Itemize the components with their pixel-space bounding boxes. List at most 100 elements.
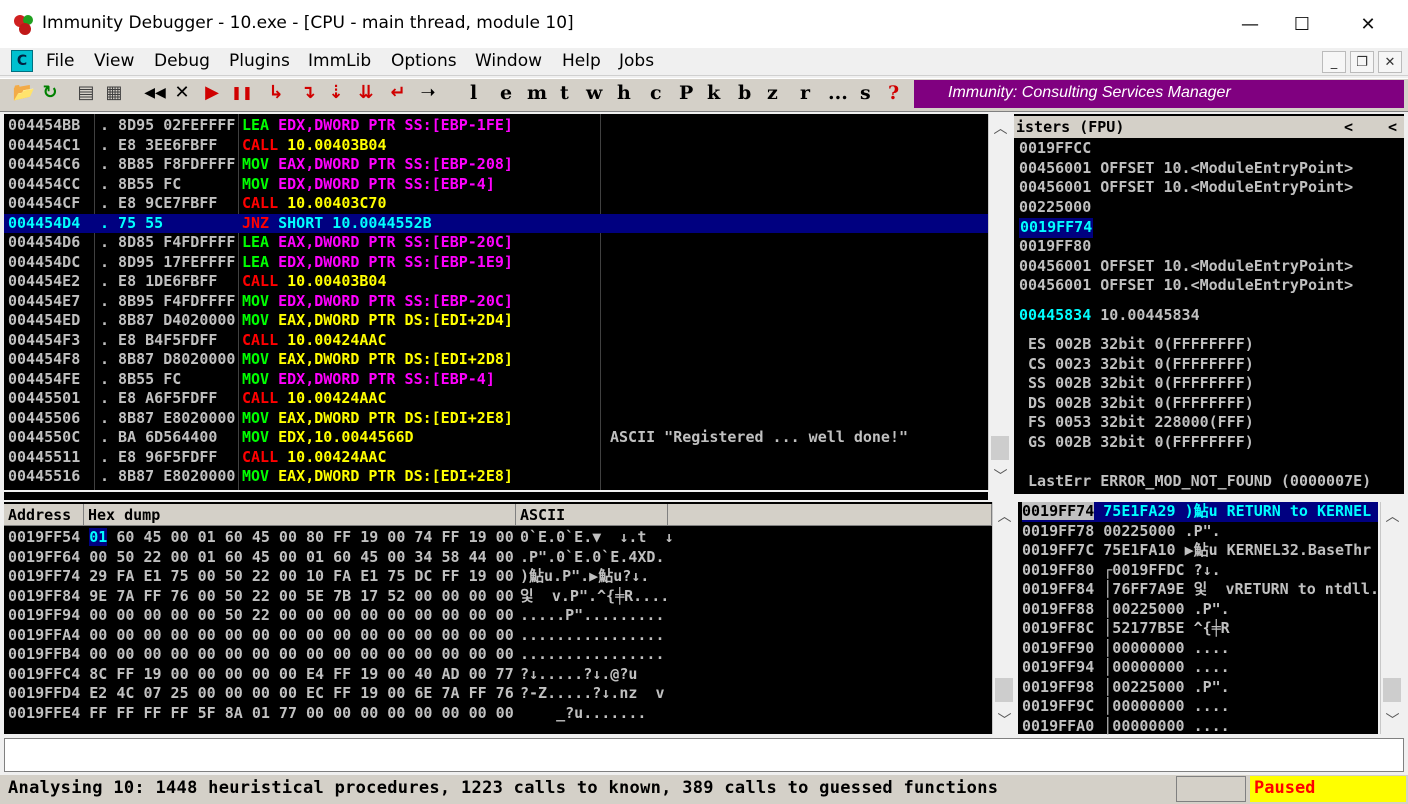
dump-header-hex[interactable]: Hex dump: [84, 504, 516, 526]
register-line[interactable]: CS 0023 32bit 0(FFFFFFFF): [1019, 355, 1254, 375]
run-icon[interactable]: ▶: [202, 82, 222, 104]
register-line[interactable]: 00445834 10.00445834: [1019, 306, 1200, 326]
scroll-thumb[interactable]: [1383, 678, 1401, 702]
register-line[interactable]: DS 002B 32bit 0(FFFFFFFF): [1019, 394, 1254, 414]
register-line[interactable]: 0019FF74: [1019, 218, 1094, 238]
toolbar-letter-t[interactable]: t: [560, 82, 569, 104]
dump-header-ascii[interactable]: ASCII: [516, 504, 668, 526]
stack-row[interactable]: 0019FFA0 │00000000 ....: [1022, 717, 1378, 737]
close-button[interactable]: ✕: [1328, 0, 1408, 48]
register-line[interactable]: 00456001 OFFSET 10.<ModuleEntryPoint>: [1019, 257, 1353, 277]
scroll-down-icon[interactable]: ﹀: [993, 710, 1016, 730]
menu-view[interactable]: View: [94, 51, 134, 71]
disasm-row[interactable]: 004454BB . 8D95 02FEFFFF LEA EDX,DWORD PTR…: [4, 116, 988, 136]
menu-options[interactable]: Options: [391, 51, 457, 71]
dump-row[interactable]: 0019FFD4 E2 4C 07 25 00 00 00 00 EC FF 1…: [8, 684, 665, 704]
register-line[interactable]: 00456001 OFFSET 10.<ModuleEntryPoint>: [1019, 276, 1353, 296]
menu-debug[interactable]: Debug: [154, 51, 210, 71]
menu-help[interactable]: Help: [562, 51, 601, 71]
disasm-row[interactable]: 00445506 . 8B87 E8020000 MOV EAX,DWORD PTR…: [4, 409, 988, 429]
dump-row[interactable]: 0019FFC4 8C FF 19 00 00 00 00 00 E4 FF 1…: [8, 665, 637, 685]
register-line[interactable]: 0019FF80: [1019, 237, 1091, 257]
register-line[interactable]: SS 002B 32bit 0(FFFFFFFF): [1019, 374, 1254, 394]
stack-row[interactable]: 0019FF8C │52177B5E ^{╪R: [1022, 619, 1378, 639]
pause-icon[interactable]: ❚❚: [231, 82, 253, 104]
toolbar-letter-b[interactable]: b: [738, 82, 751, 104]
step-into-icon[interactable]: ↳: [266, 82, 286, 104]
dump-row[interactable]: 0019FFB4 00 00 00 00 00 00 00 00 00 00 0…: [8, 645, 665, 665]
stack-row[interactable]: 0019FF88 │00225000 .P".: [1022, 600, 1378, 620]
stack-row[interactable]: 0019FF84 │76FF7A9E 잋 vRETURN to ntdll.: [1022, 580, 1379, 600]
disasm-row[interactable]: 004454F3 . E8 B4F5FDFF CALL 10.00424AAC: [4, 331, 988, 351]
hex-icon[interactable]: ▦: [104, 82, 124, 104]
trace-into-icon[interactable]: ⇣: [326, 82, 346, 104]
menu-jobs[interactable]: Jobs: [619, 51, 654, 71]
toolbar-letter-s[interactable]: s: [860, 82, 871, 104]
stack-row[interactable]: 0019FF94 │00000000 ....: [1022, 658, 1378, 678]
chevron-left-icon[interactable]: <: [1344, 118, 1353, 136]
stack-row[interactable]: 0019FF9C │00000000 ....: [1022, 697, 1378, 717]
register-line[interactable]: LastErr ERROR_MOD_NOT_FOUND (0000007E): [1019, 472, 1371, 492]
stack-row[interactable]: 0019FF78 00225000 .P".: [1022, 522, 1378, 542]
scroll-up-icon[interactable]: ︿: [993, 506, 1016, 526]
dump-header-address[interactable]: Address: [4, 504, 84, 526]
register-line[interactable]: 00456001 OFFSET 10.<ModuleEntryPoint>: [1019, 159, 1353, 179]
window-icon[interactable]: ▤: [76, 82, 96, 104]
stack-row[interactable]: 0019FF80 ┌0019FFDC ?↓.: [1022, 561, 1378, 581]
disasm-row[interactable]: 004454D4 . 75 55 JNZ SHORT 10.0044552B: [4, 213, 988, 233]
stack-row[interactable]: 0019FF7C 75E1FA10 ▶鮎u KERNEL32.BaseThr: [1022, 541, 1378, 561]
toolbar-letter-dots[interactable]: ...: [828, 82, 848, 104]
dump-row[interactable]: 0019FF94 00 00 00 00 00 50 22 00 00 00 0…: [8, 606, 665, 626]
pane-splitter[interactable]: [4, 492, 988, 500]
mdi-restore-button[interactable]: ❐: [1350, 51, 1374, 73]
dump-row[interactable]: 0019FF54 01 60 45 00 01 60 45 00 80 FF 1…: [8, 528, 674, 548]
disasm-row[interactable]: 004454DC . 8D95 17FEFFFF LEA EDX,DWORD PTR…: [4, 253, 988, 273]
minimize-button[interactable]: —: [1224, 0, 1276, 48]
disasm-row[interactable]: 00445516 . 8B87 E8020000 MOV EAX,DWORD PTR…: [4, 467, 988, 487]
scroll-up-icon[interactable]: ︿: [1381, 506, 1404, 526]
disasm-row[interactable]: 004454C1 . E8 3EE6FBFF CALL 10.00403B04: [4, 136, 988, 156]
register-line[interactable]: 0019FFCC: [1019, 139, 1091, 159]
disasm-row[interactable]: 004454D6 . 8D85 F4FDFFFF LEA EAX,DWORD PTR…: [4, 233, 988, 253]
disasm-row[interactable]: 004454ED . 8B87 D4020000 MOV EAX,DWORD PTR…: [4, 311, 988, 331]
menu-immlib[interactable]: ImmLib: [308, 51, 371, 71]
stack-row[interactable]: 0019FF90 │00000000 ....: [1022, 639, 1378, 659]
dump-row[interactable]: 0019FF64 00 50 22 00 01 60 45 00 01 60 4…: [8, 548, 665, 568]
register-line[interactable]: ES 002B 32bit 0(FFFFFFFF): [1019, 335, 1254, 355]
toolbar-letter-k[interactable]: k: [707, 82, 720, 104]
toolbar-letter-e[interactable]: e: [500, 82, 512, 104]
dump-scrollbar[interactable]: ︿ ﹀: [992, 502, 1016, 734]
toolbar-letter-l[interactable]: l: [470, 82, 477, 104]
maximize-button[interactable]: ☐: [1276, 0, 1328, 48]
restart-icon[interactable]: ↻: [40, 82, 60, 104]
scroll-down-icon[interactable]: ﹀: [1381, 710, 1404, 730]
trace-over-icon[interactable]: ⇊: [356, 82, 376, 104]
execute-till-return-icon[interactable]: ↵: [388, 82, 408, 104]
toolbar-letter-c[interactable]: c: [650, 82, 662, 104]
disasm-row[interactable]: 004454E2 . E8 1DE6FBFF CALL 10.00403B04: [4, 272, 988, 292]
mdi-minimize-button[interactable]: _: [1322, 51, 1346, 73]
toolbar-letter-m[interactable]: m: [527, 82, 547, 104]
dump-row[interactable]: 0019FFE4 FF FF FF FF 5F 8A 01 77 00 00 0…: [8, 704, 646, 724]
scroll-thumb[interactable]: [991, 436, 1009, 460]
disasm-row[interactable]: 004454CF . E8 9CE7FBFF CALL 10.00403C70: [4, 194, 988, 214]
stack-row[interactable]: 0019FF74 75E1FA29 )鮎u RETURN to KERNEL: [1022, 502, 1378, 522]
step-over-icon[interactable]: ↴: [298, 82, 318, 104]
open-icon[interactable]: 📂: [13, 82, 35, 104]
command-line-input[interactable]: [4, 738, 1404, 772]
stack-scrollbar[interactable]: ︿ ﹀: [1380, 502, 1404, 734]
toolbar-letter-h[interactable]: h: [617, 82, 631, 104]
register-line[interactable]: FS 0053 32bit 228000(FFF): [1019, 413, 1254, 433]
menu-file[interactable]: File: [46, 51, 74, 71]
disasm-row[interactable]: 004454FE . 8B55 FC MOV EDX,DWORD PTR SS:[E…: [4, 370, 988, 390]
toolbar-letter-help[interactable]: ?: [888, 82, 899, 104]
dump-row[interactable]: 0019FFA4 00 00 00 00 00 00 00 00 00 00 0…: [8, 626, 665, 646]
toolbar-letter-z[interactable]: z: [767, 82, 778, 104]
disasm-row[interactable]: 00445501 . E8 A6F5FDFF CALL 10.00424AAC: [4, 389, 988, 409]
goto-icon[interactable]: ➝: [418, 82, 438, 104]
chevron-left-icon[interactable]: <: [1388, 118, 1397, 136]
toolbar-letter-w[interactable]: w: [586, 82, 602, 104]
disassembly-scrollbar[interactable]: ︿ ﹀: [988, 114, 1012, 490]
menu-window[interactable]: Window: [475, 51, 542, 71]
register-line[interactable]: 00225000: [1019, 198, 1091, 218]
